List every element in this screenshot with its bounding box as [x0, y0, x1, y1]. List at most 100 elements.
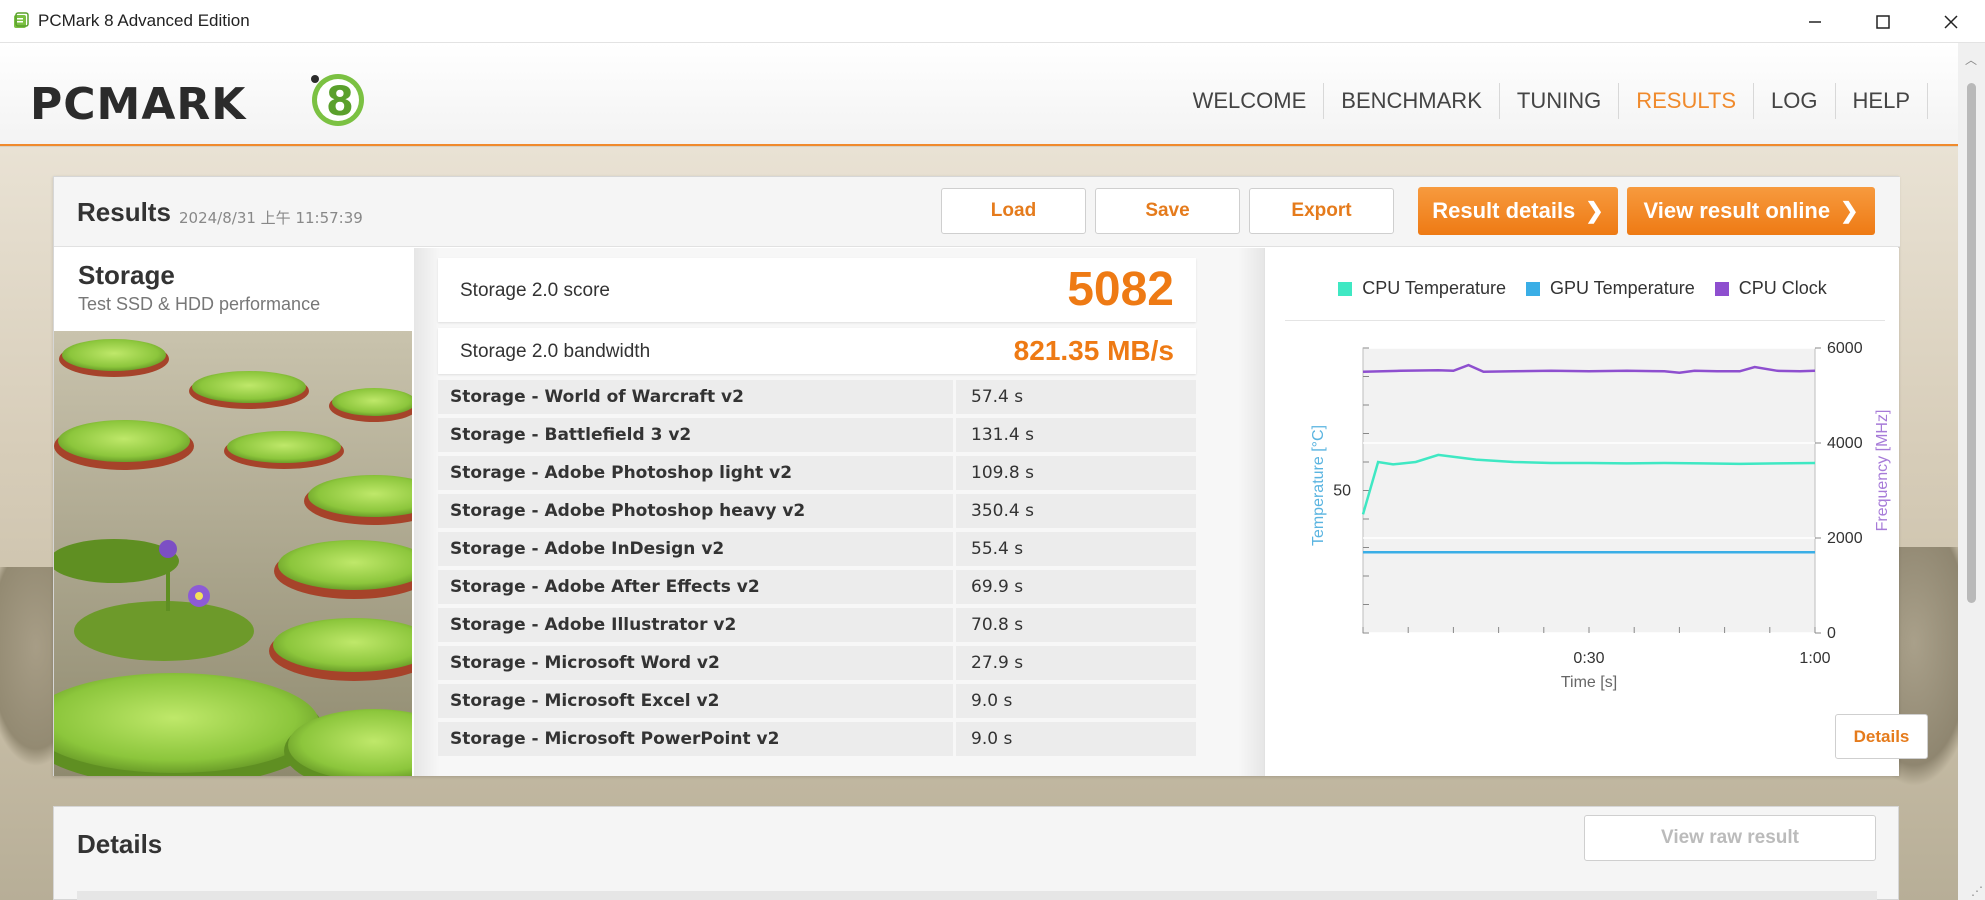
pcmark-app-icon [14, 12, 29, 28]
right-tick-label: 0 [1827, 625, 1836, 642]
test-name: Storage - World of Warcraft v2 [438, 380, 953, 414]
storage-bandwidth-label: Storage 2.0 bandwidth [460, 341, 651, 362]
pcmark8-logo: PCMARK 8 [30, 74, 364, 130]
nav-welcome[interactable]: WELCOME [1176, 83, 1324, 119]
svg-text:8: 8 [326, 79, 354, 125]
x-tick-label: 0:30 [1573, 650, 1604, 667]
legend-label: CPU Temperature [1362, 278, 1506, 298]
left-tick-label: 50 [1333, 483, 1351, 500]
monitoring-section: CPU Temperature GPU Temperature CPU Cloc… [1264, 248, 1928, 776]
nav-help[interactable]: HELP [1834, 83, 1927, 119]
maximize-icon [1876, 14, 1890, 29]
test-name: Storage - Adobe InDesign v2 [438, 532, 953, 566]
details-title: Details [77, 829, 163, 859]
export-button[interactable]: Export [1249, 188, 1394, 234]
results-title: Results [77, 197, 171, 227]
storage-score-value: 5082 [1067, 263, 1174, 316]
nav-log[interactable]: LOG [1753, 83, 1834, 119]
results-panel: Results 2024/8/31 上午 11:57:39 Load Save … [53, 176, 1928, 776]
scroll-up-icon[interactable]: ︿ [1965, 51, 1977, 68]
main-nav: WELCOME BENCHMARK TUNING RESULTS LOG HEL… [1176, 83, 1928, 119]
result-details-button[interactable]: Result details ❯ [1418, 187, 1618, 235]
test-name: Storage - Adobe Photoshop light v2 [438, 456, 953, 490]
nav-divider [1927, 83, 1928, 119]
nav-results[interactable]: RESULTS [1618, 83, 1753, 119]
test-name: Storage - Adobe After Effects v2 [438, 570, 953, 604]
table-row: Storage - Microsoft PowerPoint v2 9.0 s [438, 720, 1196, 758]
right-tick-label: 2000 [1827, 530, 1863, 547]
view-result-online-button[interactable]: View result online ❯ [1627, 187, 1875, 235]
svg-text:PCMARK: PCMARK [30, 79, 247, 130]
test-name: Storage - Battlefield 3 v2 [438, 418, 953, 452]
chevron-right-icon: ❯ [1840, 198, 1859, 223]
legend-cpu-clock[interactable]: CPU Clock [1714, 278, 1827, 299]
test-name: Storage - Adobe Illustrator v2 [438, 608, 953, 642]
test-value: 69.9 s [956, 570, 1196, 604]
table-row: Storage - Microsoft Word v2 27.9 s [438, 644, 1196, 682]
close-button[interactable] [1917, 0, 1985, 43]
results-date: 2024/8/31 上午 11:57:39 [179, 209, 363, 227]
table-row: Storage - Battlefield 3 v2 131.4 s [438, 416, 1196, 454]
test-value: 55.4 s [956, 532, 1196, 566]
details-panel: Details View raw result [53, 806, 1899, 900]
test-value: 9.0 s [956, 722, 1196, 756]
scrollbar-thumb[interactable] [1967, 83, 1976, 603]
table-row: Storage - Adobe InDesign v2 55.4 s [438, 530, 1196, 568]
view-online-label: View result online [1643, 198, 1831, 223]
storage-score-row: Storage 2.0 score 5082 [438, 258, 1196, 322]
save-button[interactable]: Save [1095, 188, 1240, 234]
legend-swatch [1338, 281, 1353, 296]
load-button[interactable]: Load [941, 188, 1086, 234]
close-icon [1944, 14, 1958, 29]
test-name: Storage - Microsoft Excel v2 [438, 684, 953, 718]
table-row: Storage - Adobe After Effects v2 69.9 s [438, 568, 1196, 606]
nav-benchmark[interactable]: BENCHMARK [1323, 83, 1499, 119]
legend-swatch [1714, 281, 1729, 296]
left-axis-label: Temperature [°C] [1310, 425, 1327, 546]
table-row: Storage - Adobe Illustrator v2 70.8 s [438, 606, 1196, 644]
legend-label: CPU Clock [1738, 278, 1827, 298]
benchmark-name: Storage [78, 260, 175, 290]
table-row: Storage - Adobe Photoshop heavy v2 350.4 … [438, 492, 1196, 530]
benchmark-info: Storage Test SSD & HDD performance [54, 248, 414, 776]
resize-grip-icon[interactable]: ⋰ [1971, 884, 1983, 898]
test-name: Storage - Microsoft PowerPoint v2 [438, 722, 953, 756]
view-raw-result-button[interactable]: View raw result [1584, 815, 1876, 861]
storage-bandwidth-row: Storage 2.0 bandwidth 821.35 MB/s [438, 328, 1196, 374]
chevron-right-icon: ❯ [1585, 198, 1604, 223]
table-row: Storage - World of Warcraft v2 57.4 s [438, 378, 1196, 416]
details-table-header [77, 891, 1877, 900]
scores-section: Storage 2.0 score 5082 Storage 2.0 bandw… [414, 248, 1264, 776]
test-value: 27.9 s [956, 646, 1196, 680]
legend-label: GPU Temperature [1549, 278, 1695, 298]
benchmark-description: Test SSD & HDD performance [78, 294, 321, 314]
test-value: 57.4 s [956, 380, 1196, 414]
nav-tuning[interactable]: TUNING [1498, 83, 1618, 119]
lily-pad-image [54, 331, 412, 776]
table-row: Storage - Microsoft Excel v2 9.0 s [438, 682, 1196, 720]
table-row: Storage - Adobe Photoshop light v2 109.8 … [438, 454, 1196, 492]
minimize-button[interactable] [1781, 0, 1849, 43]
monitoring-chart: 0:30 1:00 50 6000 4000 2000 0 Temperature [°C]… [1310, 340, 1891, 691]
legend-gpu-temperature[interactable]: GPU Temperature [1525, 278, 1695, 299]
test-name: Storage - Microsoft Word v2 [438, 646, 953, 680]
legend-cpu-temperature[interactable]: CPU Temperature [1338, 278, 1506, 299]
app-header: PCMARK 8 WELCOME BENCHMARK TUNING RESULT… [0, 43, 1958, 146]
x-tick-label: 1:00 [1799, 650, 1830, 667]
chart-legend: CPU Temperature GPU Temperature CPU Cloc… [1265, 278, 1900, 299]
test-value: 109.8 s [956, 456, 1196, 490]
monitoring-details-button[interactable]: Details [1835, 714, 1928, 759]
result-details-label: Result details [1432, 198, 1576, 223]
vertical-scrollbar[interactable]: ︿ [1958, 43, 1985, 900]
storage-score-label: Storage 2.0 score [460, 280, 610, 301]
test-name: Storage - Adobe Photoshop heavy v2 [438, 494, 953, 528]
storage-bandwidth-value: 821.35 MB/s [1013, 335, 1174, 366]
right-tick-label: 6000 [1827, 340, 1863, 357]
window-title: PCMark 8 Advanced Edition [38, 11, 250, 30]
maximize-button[interactable] [1849, 0, 1917, 43]
test-value: 131.4 s [956, 418, 1196, 452]
plot-area [1362, 347, 1816, 634]
window-titlebar: PCMark 8 Advanced Edition [0, 0, 1985, 43]
test-value: 9.0 s [956, 684, 1196, 718]
right-tick-label: 4000 [1827, 435, 1863, 452]
